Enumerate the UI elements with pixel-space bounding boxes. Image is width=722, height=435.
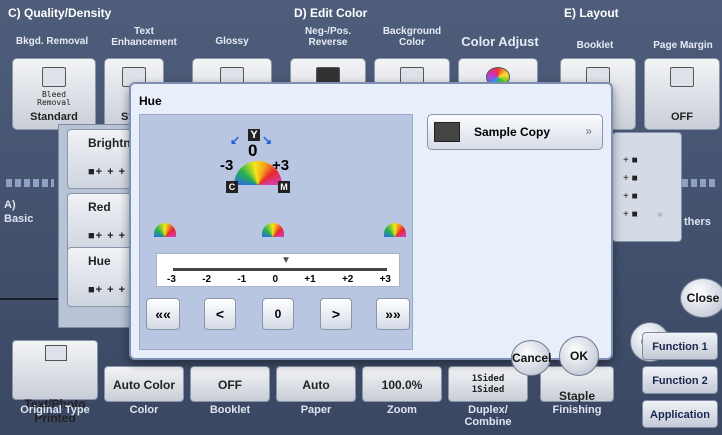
- neg-pos-reverse-label: Neg-/Pos. Reverse: [304, 26, 352, 48]
- edit-color-title: D) Edit Color: [294, 6, 368, 20]
- basic-tab[interactable]: A) Basic: [4, 198, 64, 226]
- right-subpanel: + ■ + ■ + ■ + ■ »: [612, 132, 682, 242]
- page-margin-label: Page Margin: [653, 40, 713, 51]
- cancel-button[interactable]: Cancel: [511, 340, 551, 376]
- quality-density-title: C) Quality/Density: [8, 6, 112, 20]
- layout-title: E) Layout: [564, 6, 619, 20]
- page-margin-value: OFF: [671, 111, 693, 123]
- tick-label: -2: [202, 274, 212, 285]
- close-button[interactable]: Close: [680, 278, 722, 318]
- duplex-tile[interactable]: 1Sided 1Sided: [448, 366, 528, 402]
- right-meter-4: + ■: [623, 209, 638, 220]
- layout-section: E) Layout Booklet Page Margin: [556, 0, 722, 56]
- scroll-tab-left[interactable]: [0, 176, 58, 190]
- right-chevron-icon: »: [657, 209, 663, 220]
- tab-dots-icon: [6, 179, 54, 187]
- booklet-bottom-tile[interactable]: OFF: [190, 366, 270, 402]
- background-color-label: Background Color: [382, 26, 442, 48]
- tick-label: +2: [341, 274, 354, 285]
- quality-density-section: C) Quality/Density Bkgd. Removal Text En…: [0, 0, 286, 56]
- page-margin-icon: [670, 67, 694, 87]
- hue-item-label: Hue: [88, 254, 111, 268]
- min-label: -3: [220, 157, 234, 174]
- cyan-marker-icon: C: [226, 181, 238, 193]
- edit-color-section: D) Edit Color Neg-/Pos. Reverse Backgrou…: [286, 0, 556, 56]
- tick-label: -3: [167, 274, 176, 285]
- right-meter-3: + ■: [623, 191, 638, 202]
- sample-copy-button[interactable]: Sample Copy »: [427, 114, 603, 150]
- function-2-button[interactable]: Function 2: [642, 366, 718, 394]
- left-button[interactable]: <: [204, 298, 236, 330]
- right-button[interactable]: >: [320, 298, 352, 330]
- current-value-display: 0: [248, 141, 258, 160]
- hue-minus-preview-icon: [154, 223, 176, 237]
- finishing-label: Finishing: [552, 404, 602, 416]
- color-tile[interactable]: Auto Color: [104, 366, 184, 402]
- brightness-label: Brightn: [88, 136, 131, 150]
- red-meter: ■+ + +: [88, 230, 127, 242]
- red-label: Red: [88, 200, 111, 214]
- color-label: Color: [129, 404, 159, 416]
- sample-copy-label: Sample Copy: [474, 125, 551, 139]
- arrow-left-icon: ↙: [230, 133, 241, 147]
- text-photo-icon: [45, 345, 67, 361]
- booklet-header-label: Booklet: [576, 40, 614, 51]
- others-tab[interactable]: thers: [684, 216, 711, 228]
- magenta-marker-icon: M: [278, 181, 290, 193]
- paper-tile[interactable]: Auto: [276, 366, 356, 402]
- application-button[interactable]: Application: [642, 400, 718, 428]
- bkgd-removal-label: Bkgd. Removal: [15, 36, 89, 47]
- bkgd-removal-tile[interactable]: Bleed Removal Standard: [12, 58, 96, 130]
- hue-plus-preview-icon: [384, 223, 406, 237]
- hue-scale[interactable]: ▼ -3 -2 -1 0 +1 +2 +3: [156, 253, 400, 287]
- bleed-removal-value: Standard: [30, 111, 78, 123]
- tab-dots-right-icon: [682, 179, 716, 187]
- hue-adjust-area: Y ↙ ↘ 0 -3 +3 C M ▼ -3 -2 -1 0 +1 +2 +3: [139, 114, 413, 350]
- bleed-removal-text: Bleed Removal: [37, 90, 71, 107]
- glossy-label: Glossy: [215, 36, 249, 47]
- brightness-meter: ■+ + +: [88, 166, 127, 178]
- hue-zero-preview-icon: [262, 223, 284, 237]
- right-meter-1: + ■: [623, 155, 638, 166]
- page-margin-tile[interactable]: OFF: [644, 58, 720, 130]
- far-left-button[interactable]: ««: [146, 298, 180, 330]
- tick-label: +1: [304, 274, 316, 285]
- paper-label: Paper: [300, 404, 332, 416]
- dialog-title: Hue: [139, 94, 162, 108]
- booklet-bottom-label: Booklet: [209, 404, 251, 416]
- hue-dialog: Hue Y ↙ ↘ 0 -3 +3 C M ▼ -3 -2 -1 0 +1 +2…: [129, 82, 613, 376]
- scale-pointer-icon: ▼: [281, 255, 291, 266]
- scale-ticks: -3 -2 -1 0 +1 +2 +3: [167, 274, 391, 285]
- far-right-button[interactable]: »»: [376, 298, 410, 330]
- chevron-right-icon: »: [585, 124, 592, 138]
- function-1-button[interactable]: Function 1: [642, 332, 718, 360]
- original-type-tile[interactable]: Text/Photo Printed: [12, 340, 98, 425]
- bleed-removal-icon: [42, 67, 66, 87]
- original-type-label: Original Type: [20, 404, 90, 416]
- color-adjust-subpanel: Brightn ■+ + + Red ■+ + + Hue ■+ + +: [58, 124, 138, 328]
- arrow-right-icon: ↘: [262, 133, 273, 147]
- brightness-item[interactable]: Brightn ■+ + +: [67, 129, 137, 189]
- color-adjust-label: Color Adjust: [461, 34, 539, 49]
- tick-label: +3: [379, 274, 391, 285]
- hue-item[interactable]: Hue ■+ + +: [67, 247, 137, 307]
- tick-label: 0: [272, 274, 279, 285]
- scale-line: [173, 268, 387, 271]
- text-enhancement-label: Text Enhancement: [111, 26, 177, 48]
- ok-button[interactable]: OK: [559, 336, 599, 376]
- yellow-marker-icon: Y: [248, 129, 260, 141]
- center-value-button[interactable]: 0: [262, 298, 294, 330]
- zoom-tile[interactable]: 100.0%: [362, 366, 442, 402]
- left-divider: [0, 298, 58, 300]
- red-item[interactable]: Red ■+ + +: [67, 193, 137, 253]
- tick-label: -1: [237, 274, 247, 285]
- hue-meter: ■+ + +: [88, 284, 127, 296]
- zoom-label: Zoom: [387, 404, 417, 416]
- right-meter-2: + ■: [623, 173, 638, 184]
- duplex-label: Duplex/ Combine: [464, 404, 512, 428]
- sample-copy-icon: [434, 122, 460, 142]
